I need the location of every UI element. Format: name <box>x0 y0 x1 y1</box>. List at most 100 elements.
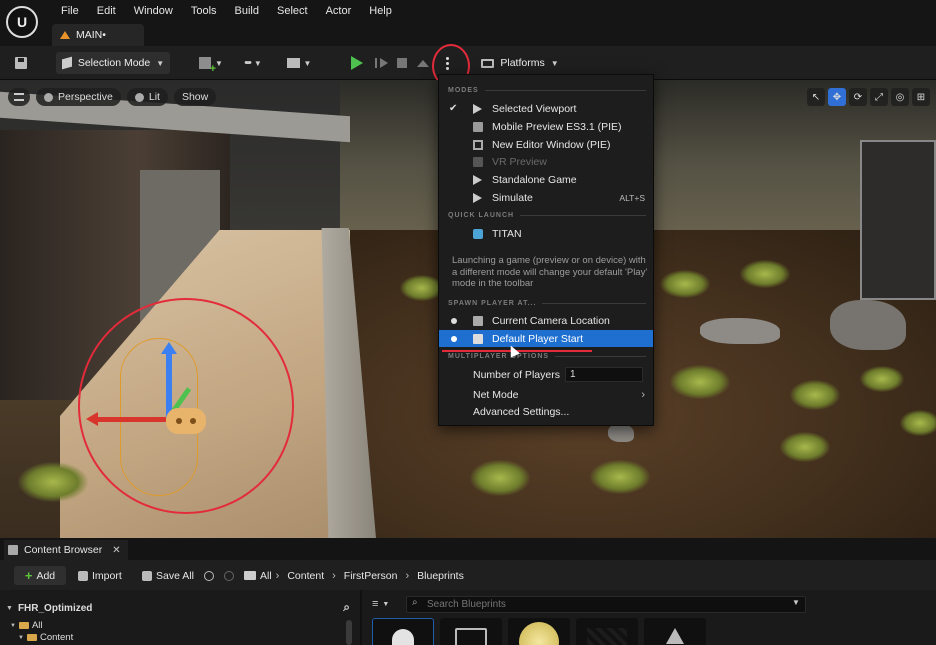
selection-mode-dropdown[interactable]: Selection Mode ▼ <box>56 52 170 74</box>
player-start-gamepad-icon[interactable] <box>166 408 206 434</box>
perspective-dropdown[interactable]: Perspective <box>36 88 121 106</box>
mode-standalone-game[interactable]: Standalone Game <box>439 171 653 188</box>
cinematics-button[interactable]: ▼ <box>282 52 316 74</box>
player-start-icon <box>473 333 483 344</box>
asset-tile[interactable] <box>508 618 570 645</box>
folder-icon <box>26 634 37 641</box>
filter-button[interactable]: ≡ ▼ <box>372 598 389 610</box>
import-button[interactable]: Import <box>78 566 122 585</box>
mode-selected-viewport[interactable]: ✔ Selected Viewport <box>439 100 653 117</box>
chevron-down-icon[interactable]: ▼ <box>792 598 800 607</box>
eject-icon <box>417 59 429 67</box>
net-mode-submenu[interactable]: Net Mode › <box>439 386 653 403</box>
breadcrumb-blueprints[interactable]: Blueprints <box>417 570 464 582</box>
menu-window[interactable]: Window <box>125 4 182 18</box>
select-tool-icon[interactable]: ↖ <box>807 88 825 106</box>
advance-frame-button[interactable] <box>372 52 390 74</box>
save-icon <box>15 57 27 69</box>
menu-select[interactable]: Select <box>268 4 317 18</box>
breadcrumb-firstperson[interactable]: FirstPerson <box>344 570 398 582</box>
viewport-options-button[interactable] <box>8 88 30 106</box>
collapse-arrow-icon: ▼ <box>18 634 24 641</box>
menu-build[interactable]: Build <box>226 4 268 18</box>
chevron-down-icon: ▼ <box>550 58 559 68</box>
blueprints-button[interactable]: •▪• ▼ <box>236 52 270 74</box>
lit-dropdown[interactable]: Lit <box>126 88 168 106</box>
camera-icon <box>473 315 483 326</box>
breadcrumb-all[interactable]: All <box>260 570 272 582</box>
search-icon[interactable]: ⌕ <box>343 600 350 615</box>
asset-view: ≡ ▼ ⌕ ▼ <box>362 590 936 645</box>
breadcrumb-content[interactable]: Content <box>287 570 324 582</box>
chevron-right-icon: › <box>275 569 280 582</box>
radio-icon <box>451 317 457 324</box>
asset-tile[interactable] <box>440 618 502 645</box>
play-icon <box>351 56 363 70</box>
tree-item-all[interactable]: ▼ All <box>10 620 43 631</box>
scale-tool-icon[interactable]: ⤢ <box>870 88 888 106</box>
play-mode-icon <box>473 103 482 114</box>
save-all-button[interactable]: Save All <box>142 566 194 585</box>
gamemode-thumbnail-icon <box>455 628 487 645</box>
menu-tools[interactable]: Tools <box>182 4 226 18</box>
mode-simulate[interactable]: Simulate ALT+S <box>439 189 653 206</box>
asset-tile[interactable] <box>372 618 434 645</box>
quick-launch-titan[interactable]: TITAN <box>439 225 653 242</box>
content-browser-tabbar: Content Browser ✕ <box>0 538 936 560</box>
save-button[interactable] <box>10 52 32 74</box>
mode-new-editor-window[interactable]: New Editor Window (PIE) <box>439 136 653 153</box>
search-icon: ⌕ <box>412 597 418 608</box>
spawn-label: Default Player Start <box>492 332 584 345</box>
back-arrow-icon <box>204 570 214 581</box>
mode-vr-preview: VR Preview <box>439 153 653 170</box>
advanced-settings-item[interactable]: Advanced Settings... <box>439 403 653 420</box>
show-dropdown[interactable]: Show <box>173 88 217 106</box>
platforms-dropdown[interactable]: Platforms ▼ <box>478 52 562 74</box>
menu-actor[interactable]: Actor <box>317 4 361 18</box>
content-browser-tab[interactable]: Content Browser ✕ <box>4 540 128 560</box>
mode-label: VR Preview <box>492 155 547 168</box>
chevron-down-icon: ▼ <box>215 58 223 68</box>
x-axis-arrow[interactable] <box>86 412 166 426</box>
mode-label: Standalone Game <box>492 173 577 186</box>
number-of-players-input[interactable] <box>565 367 643 382</box>
sphere-thumbnail-icon <box>519 622 559 645</box>
mode-label: Selected Viewport <box>492 102 577 115</box>
multiplayer-header: MULTIPLAYER OPTIONS <box>448 353 646 360</box>
asset-tile[interactable] <box>644 618 706 645</box>
modes-header: MODES <box>448 87 646 94</box>
platforms-icon <box>481 58 495 68</box>
checkmark-icon: ✔ <box>449 103 458 114</box>
asset-tile[interactable] <box>576 618 638 645</box>
add-actor-button[interactable]: ▼ <box>194 52 228 75</box>
sources-header[interactable]: ▼ FHR_Optimized ⌕ <box>6 600 356 616</box>
unreal-logo-icon[interactable]: U <box>6 6 38 38</box>
add-button[interactable]: + Add <box>14 566 66 585</box>
asset-search-input[interactable] <box>406 596 806 613</box>
snap-icon[interactable]: ⊞ <box>912 88 930 106</box>
tree-item-content[interactable]: ▼ Content <box>18 632 73 643</box>
stop-button[interactable] <box>394 52 410 74</box>
menu-help[interactable]: Help <box>360 4 401 18</box>
level-tab[interactable]: MAIN• <box>52 24 144 46</box>
eject-button[interactable] <box>414 52 432 74</box>
add-cube-icon <box>199 57 216 75</box>
simulate-icon <box>473 192 482 203</box>
history-forward-button[interactable] <box>224 566 234 585</box>
history-back-button[interactable] <box>204 566 214 585</box>
world-space-icon[interactable]: ◎ <box>891 88 909 106</box>
shortcut-label: ALT+S <box>619 192 645 203</box>
title-bar: U File Edit Window Tools Build Select Ac… <box>0 0 936 46</box>
spawn-current-camera[interactable]: Current Camera Location <box>439 312 653 329</box>
chevron-right-icon: › <box>405 569 410 582</box>
rotate-tool-icon[interactable]: ⟳ <box>849 88 867 106</box>
play-options-button[interactable] <box>440 52 454 74</box>
menu-edit[interactable]: Edit <box>88 4 125 18</box>
sources-scrollbar[interactable] <box>346 620 352 645</box>
close-icon[interactable]: ✕ <box>112 545 120 556</box>
spawn-default-player-start[interactable]: Default Player Start <box>439 330 653 347</box>
mode-mobile-preview[interactable]: Mobile Preview ES3.1 (PIE) <box>439 118 653 135</box>
play-button[interactable] <box>346 52 368 74</box>
menu-file[interactable]: File <box>52 4 88 18</box>
translate-tool-icon[interactable]: ✥ <box>828 88 846 106</box>
